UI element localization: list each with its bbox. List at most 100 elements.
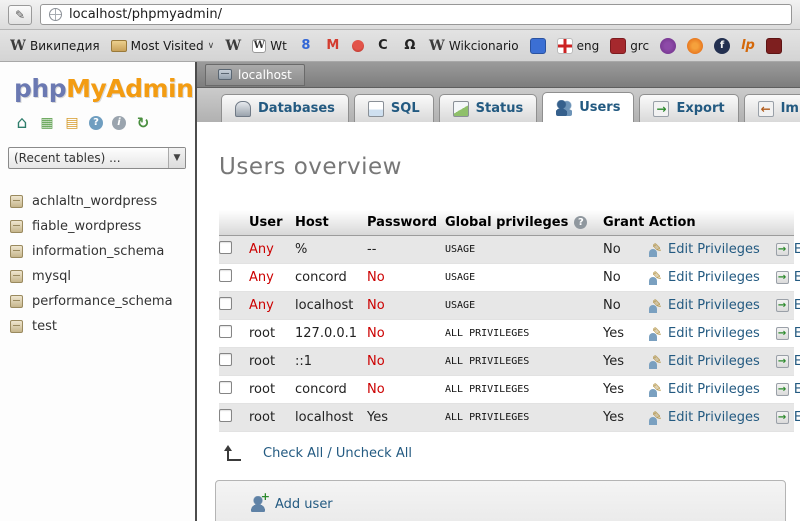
bookmark-favicon: W (10, 37, 26, 54)
database-icon (10, 320, 23, 333)
bookmark-item[interactable]: M (325, 38, 341, 54)
table-row: root localhost Yes ALL PRIVILEGES Yes Ed… (219, 403, 800, 432)
phpmyadmin-logo[interactable]: phpMyAdmin (0, 62, 195, 103)
bookmark-item[interactable]: 8 (298, 38, 314, 54)
add-user-link[interactable]: Add user (250, 491, 333, 512)
edit-privileges-icon (649, 409, 663, 425)
grant-cell: Yes (603, 347, 649, 376)
tab-sql[interactable]: SQL (353, 94, 434, 122)
export-link[interactable]: Export (775, 242, 800, 257)
user-cell: root (249, 382, 276, 397)
export-icon (775, 355, 789, 368)
bookmark-item[interactable] (529, 37, 546, 54)
edit-privileges-link[interactable]: Edit Privileges (649, 269, 760, 285)
export-icon (775, 383, 789, 396)
bookmark-item[interactable]: f (714, 37, 731, 54)
sidebar-database-item[interactable]: test (0, 314, 195, 339)
database-icon (10, 245, 23, 258)
url-bar[interactable]: localhost/phpmyadmin/ (40, 4, 792, 25)
export-link[interactable]: Export (775, 354, 800, 369)
export-icon (775, 327, 789, 340)
user-cell: root (249, 326, 276, 341)
edit-privileges-link[interactable]: Edit Privileges (649, 353, 760, 369)
info-icon[interactable]: i (112, 116, 126, 130)
home-icon[interactable]: ⌂ (14, 113, 30, 133)
sidebar-database-item[interactable]: fiable_wordpress (0, 214, 195, 239)
bookmark-item[interactable]: W Wt (252, 38, 287, 53)
export-icon (775, 411, 789, 424)
bookmark-item[interactable] (660, 37, 677, 54)
bookmark-item[interactable] (765, 37, 782, 54)
export-link[interactable]: Export (775, 410, 800, 425)
table-icon[interactable]: ▦ (39, 115, 55, 131)
password-cell: No (367, 270, 385, 285)
edit-privileges-link[interactable]: Edit Privileges (649, 409, 760, 425)
bookmark-item[interactable]: W Википедия (10, 38, 100, 54)
tab-databases[interactable]: Databases (221, 94, 349, 122)
row-checkbox[interactable] (219, 409, 232, 422)
edit-privileges-link[interactable]: Edit Privileges (649, 297, 760, 313)
export-link[interactable]: Export (775, 298, 800, 313)
sidebar-database-item[interactable]: mysql (0, 264, 195, 289)
bookmark-favicon (765, 37, 782, 54)
tab-export[interactable]: Export (639, 94, 739, 122)
database-icon (10, 220, 23, 233)
tab-status[interactable]: Status (438, 94, 538, 122)
sidebar-database-item[interactable]: performance_schema (0, 289, 195, 314)
bookmark-item[interactable]: grc (610, 37, 650, 54)
bookmark-item[interactable]: eng (556, 37, 599, 54)
edit-privileges-link[interactable]: Edit Privileges (649, 241, 760, 257)
edit-privileges-link[interactable]: Edit Privileges (649, 325, 760, 341)
bookmark-item[interactable]: lp (741, 38, 755, 54)
doc-icon[interactable]: ▤ (64, 115, 80, 131)
sql-icon (367, 100, 384, 117)
privileges-cell: USAGE (445, 263, 603, 292)
database-list: achlaltn_wordpress fiable_wordpress info… (0, 189, 195, 339)
tab-import[interactable]: Import (743, 94, 800, 122)
header-grant: Grant (603, 210, 649, 236)
row-checkbox[interactable] (219, 353, 232, 366)
row-checkbox[interactable] (219, 297, 232, 310)
row-checkbox[interactable] (219, 269, 232, 282)
refresh-icon[interactable]: ↻ (135, 114, 151, 132)
bookmark-label: Wt (270, 38, 287, 53)
help-icon[interactable]: ? (574, 216, 588, 229)
bookmark-item[interactable]: W Wikcionario (429, 38, 519, 54)
server-breadcrumb[interactable]: localhost (205, 63, 305, 86)
user-cell: root (249, 410, 276, 425)
help-icon[interactable]: ? (89, 116, 103, 130)
sidebar-database-item[interactable]: information_schema (0, 239, 195, 264)
status-icon (452, 100, 469, 117)
row-checkbox[interactable] (219, 325, 232, 338)
tab-users[interactable]: Users (542, 92, 635, 122)
bookmark-item[interactable]: Ω (402, 38, 418, 54)
bookmark-item[interactable]: W (225, 38, 241, 54)
bookmark-item[interactable]: C (375, 38, 391, 54)
pen-icon: ✎ (14, 7, 26, 22)
page-title: Users overview (219, 154, 402, 180)
bookmark-item[interactable] (351, 39, 364, 52)
edit-privileges-link[interactable]: Edit Privileges (649, 381, 760, 397)
host-cell: 127.0.0.1 (295, 319, 367, 348)
export-link[interactable]: Export (775, 382, 800, 397)
database-name: achlaltn_wordpress (32, 194, 158, 209)
export-link[interactable]: Export (775, 326, 800, 341)
bookmark-item[interactable]: Most Visited ∨ (110, 39, 214, 53)
check-all-link[interactable]: Check All / Uncheck All (263, 446, 412, 461)
bookmark-favicon: C (378, 38, 388, 53)
recent-tables-select[interactable]: (Recent tables) ... ▼ (8, 147, 186, 169)
bookmark-item[interactable] (687, 37, 704, 54)
bookmark-label: grc (630, 38, 650, 53)
row-checkbox[interactable] (219, 381, 232, 394)
edit-privileges-icon (649, 353, 663, 369)
logo-php: php (14, 74, 67, 103)
export-link[interactable]: Export (775, 270, 800, 285)
row-checkbox[interactable] (219, 241, 232, 254)
bookmark-favicon: W (428, 37, 445, 54)
sidebar-database-item[interactable]: achlaltn_wordpress (0, 189, 195, 214)
password-cell: No (367, 298, 385, 313)
grant-cell: Yes (603, 375, 649, 404)
page-action-button[interactable]: ✎ (8, 4, 32, 25)
privileges-cell: USAGE (445, 235, 603, 264)
add-user-icon (250, 491, 270, 512)
